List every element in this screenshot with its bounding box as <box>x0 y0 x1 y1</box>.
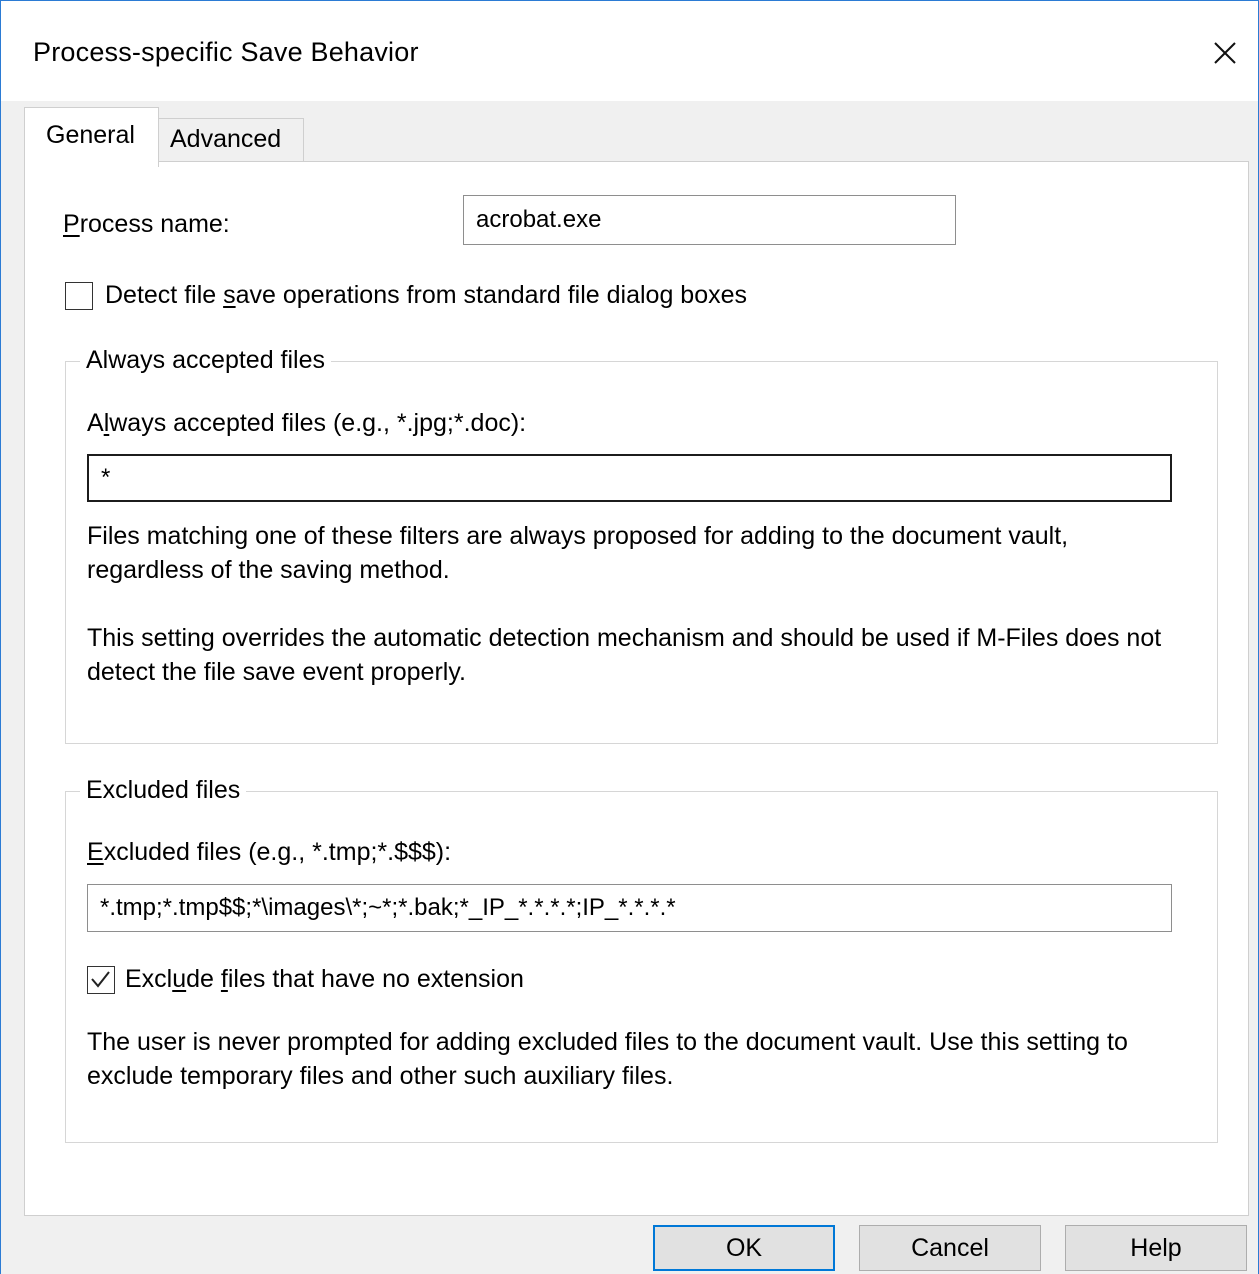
excluded-files-group: Excluded files Excluded files (e.g., *.t… <box>65 776 1218 1143</box>
exclude-no-extension-label[interactable]: Exclude files that have no extension <box>125 965 524 994</box>
checkmark-icon <box>91 971 110 988</box>
close-button[interactable] <box>1201 23 1249 83</box>
always-accepted-field-label: Always accepted files (e.g., *.jpg;*.doc… <box>87 409 527 437</box>
help-button[interactable]: Help <box>1065 1225 1247 1271</box>
exclude-no-extension-checkbox[interactable] <box>87 966 115 994</box>
window-title: Process-specific Save Behavior <box>33 37 419 67</box>
dialog-window: Process-specific Save Behavior General A… <box>0 0 1259 1274</box>
detect-save-checkbox[interactable] <box>65 282 93 310</box>
override-description: This setting overrides the automatic det… <box>87 624 1162 686</box>
process-name-label: Process name: <box>63 210 230 238</box>
ok-button[interactable]: OK <box>653 1225 835 1271</box>
always-accepted-group: Always accepted files Always accepted fi… <box>65 346 1218 744</box>
process-name-input[interactable]: acrobat.exe <box>463 195 956 245</box>
cancel-button[interactable]: Cancel <box>859 1225 1041 1271</box>
tab-panel-general: Process name: acrobat.exe Detect file sa… <box>24 161 1249 1216</box>
tab-general[interactable]: General <box>24 107 159 167</box>
detect-save-label[interactable]: Detect file save operations from standar… <box>105 281 747 310</box>
always-accepted-description: Files matching one of these filters are … <box>87 522 1069 584</box>
excluded-files-description: The user is never prompted for adding ex… <box>87 1028 1128 1090</box>
always-accepted-group-title: Always accepted files <box>80 346 332 375</box>
title-bar: Process-specific Save Behavior <box>1 1 1258 101</box>
excluded-files-field-label: Excluded files (e.g., *.tmp;*.$$$): <box>87 838 452 866</box>
always-accepted-input[interactable]: * <box>87 454 1172 502</box>
tab-advanced[interactable]: Advanced <box>159 118 304 162</box>
close-icon <box>1214 42 1236 64</box>
excluded-files-group-title: Excluded files <box>80 776 247 805</box>
excluded-files-input[interactable]: *.tmp;*.tmp$$;*\images\*;~*;*.bak;*_IP_*… <box>87 884 1172 932</box>
